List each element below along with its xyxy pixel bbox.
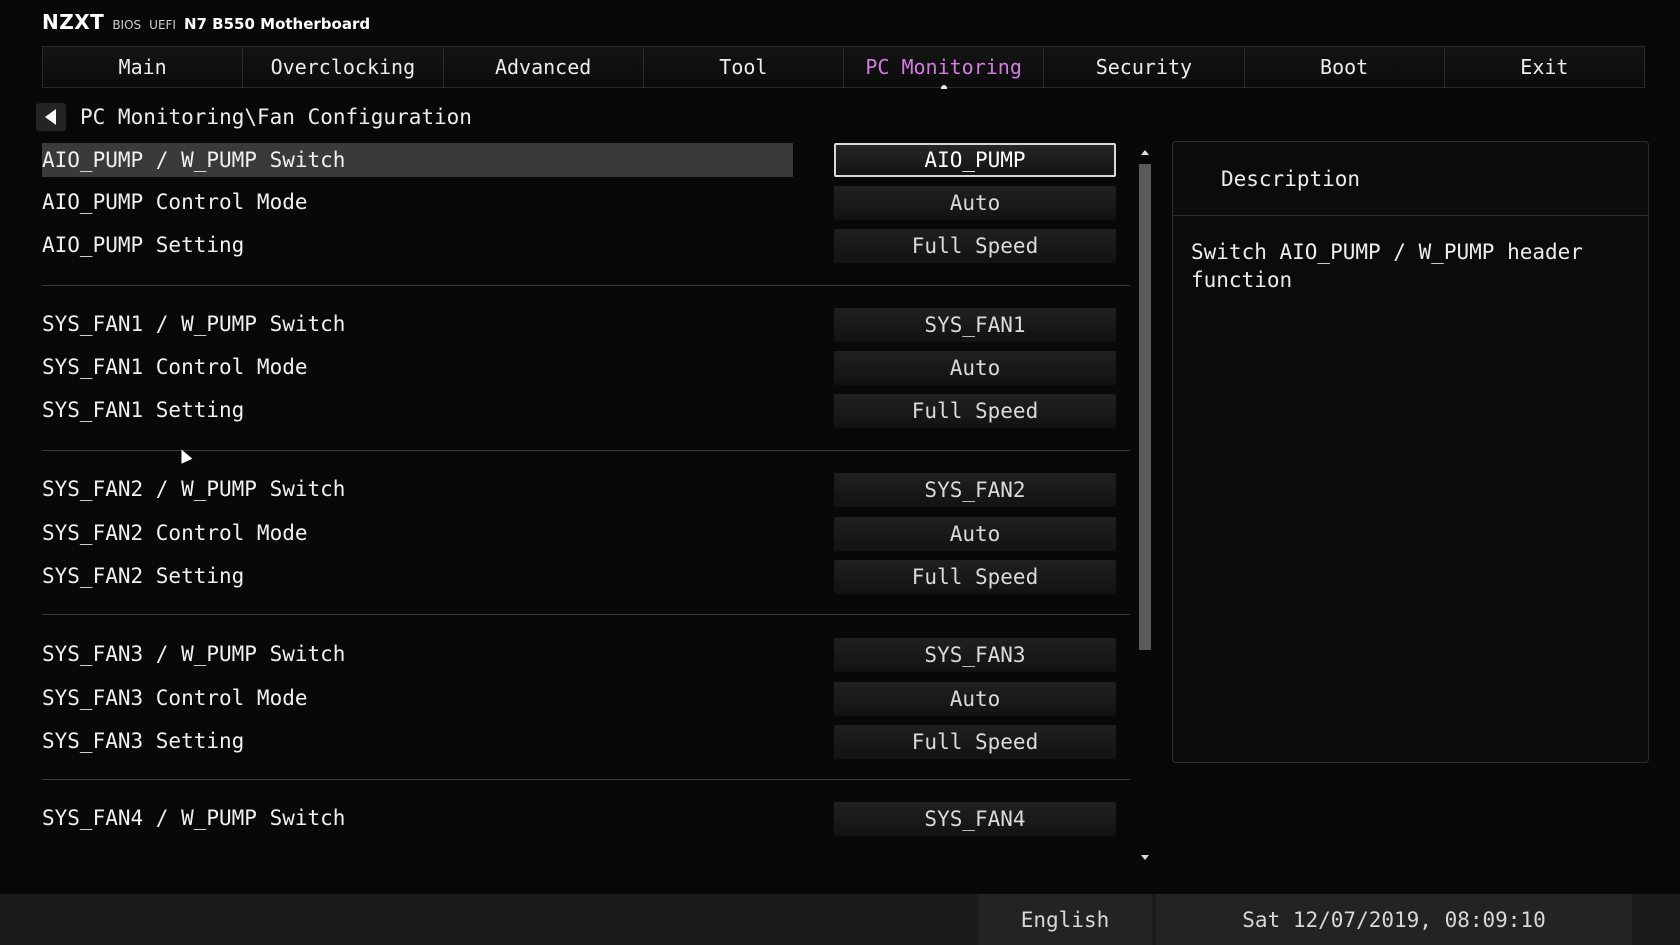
group-separator bbox=[42, 614, 1130, 615]
tab-pc-monitoring[interactable]: PC Monitoring bbox=[844, 47, 1045, 89]
setting-value[interactable]: Full Speed bbox=[834, 725, 1116, 759]
setting-row[interactable]: SYS_FAN4 / W_PUMP Switch SYS_FAN4 bbox=[42, 801, 1132, 836]
setting-value[interactable]: SYS_FAN1 bbox=[834, 308, 1116, 342]
scrollbar-thumb[interactable] bbox=[1139, 164, 1151, 650]
setting-value[interactable]: SYS_FAN4 bbox=[834, 802, 1116, 836]
setting-label: AIO_PUMP Setting bbox=[42, 233, 245, 257]
uefi-label: UEFI bbox=[149, 18, 176, 32]
setting-value[interactable]: SYS_FAN3 bbox=[834, 638, 1116, 672]
group-separator bbox=[42, 285, 1130, 286]
setting-value[interactable]: Full Speed bbox=[834, 229, 1116, 263]
setting-row[interactable]: SYS_FAN2 / W_PUMP Switch SYS_FAN2 bbox=[42, 472, 1132, 507]
setting-label: SYS_FAN2 Setting bbox=[42, 564, 245, 588]
status-bar: English Sat 12/07/2019, 08:09:10 bbox=[0, 894, 1680, 945]
scroll-up-icon[interactable] bbox=[1141, 150, 1149, 155]
brand-header: NZXT BIOS UEFI N7 B550 Motherboard bbox=[42, 10, 370, 36]
setting-value[interactable]: Auto bbox=[834, 186, 1116, 220]
setting-label: AIO_PUMP Control Mode bbox=[42, 190, 308, 214]
group-separator bbox=[42, 779, 1130, 780]
bios-label: BIOS bbox=[112, 18, 142, 32]
setting-row[interactable]: SYS_FAN1 / W_PUMP Switch SYS_FAN1 bbox=[42, 307, 1132, 342]
setting-row[interactable]: SYS_FAN1 Control Mode Auto bbox=[42, 350, 1132, 385]
back-arrow-icon bbox=[44, 109, 56, 125]
tab-exit[interactable]: Exit bbox=[1444, 47, 1644, 87]
setting-value[interactable]: Full Speed bbox=[834, 394, 1116, 428]
setting-value[interactable]: SYS_FAN2 bbox=[834, 473, 1116, 507]
setting-label: SYS_FAN3 Control Mode bbox=[42, 686, 308, 710]
nzxt-logo: NZXT bbox=[42, 10, 105, 34]
main-tabs: Main Overclocking Advanced Tool PC Monit… bbox=[42, 46, 1645, 89]
group-separator bbox=[42, 450, 1130, 451]
setting-label: AIO_PUMP / W_PUMP Switch bbox=[42, 143, 793, 177]
description-title: Description bbox=[1173, 142, 1648, 216]
back-button[interactable] bbox=[36, 103, 66, 131]
setting-row[interactable]: SYS_FAN3 / W_PUMP Switch SYS_FAN3 bbox=[42, 637, 1132, 672]
setting-value[interactable]: Auto bbox=[834, 682, 1116, 716]
tab-main[interactable]: Main bbox=[43, 47, 244, 87]
setting-label: SYS_FAN1 / W_PUMP Switch bbox=[42, 312, 346, 336]
board-name: N7 B550 Motherboard bbox=[183, 15, 371, 33]
setting-label: SYS_FAN3 / W_PUMP Switch bbox=[42, 642, 346, 666]
setting-label: SYS_FAN3 Setting bbox=[42, 729, 245, 753]
setting-label: SYS_FAN2 / W_PUMP Switch bbox=[42, 477, 346, 501]
setting-row[interactable]: SYS_FAN3 Setting Full Speed bbox=[42, 724, 1132, 759]
tab-advanced[interactable]: Advanced bbox=[443, 47, 644, 87]
setting-row[interactable]: AIO_PUMP Control Mode Auto bbox=[42, 185, 1132, 220]
setting-label: SYS_FAN1 Control Mode bbox=[42, 355, 308, 379]
description-text: Switch AIO_PUMP / W_PUMP header function bbox=[1191, 240, 1583, 292]
setting-label: SYS_FAN2 Control Mode bbox=[42, 521, 308, 545]
setting-value[interactable]: Auto bbox=[834, 517, 1116, 551]
setting-row[interactable]: SYS_FAN2 Control Mode Auto bbox=[42, 516, 1132, 551]
setting-row[interactable]: SYS_FAN3 Control Mode Auto bbox=[42, 681, 1132, 716]
setting-label: SYS_FAN4 / W_PUMP Switch bbox=[42, 806, 346, 830]
tab-tool[interactable]: Tool bbox=[643, 47, 844, 87]
setting-row[interactable]: AIO_PUMP Setting Full Speed bbox=[42, 228, 1132, 263]
setting-row[interactable]: SYS_FAN1 Setting Full Speed bbox=[42, 393, 1132, 428]
setting-value[interactable]: Full Speed bbox=[834, 560, 1116, 594]
breadcrumb-path: PC Monitoring\Fan Configuration bbox=[80, 105, 472, 129]
tab-boot[interactable]: Boot bbox=[1244, 47, 1445, 87]
tab-security[interactable]: Security bbox=[1044, 47, 1245, 87]
scroll-down-icon[interactable] bbox=[1141, 855, 1149, 860]
date-time: Sat 12/07/2019, 08:09:10 bbox=[1156, 894, 1632, 945]
description-panel: Description Switch AIO_PUMP / W_PUMP hea… bbox=[1172, 141, 1649, 763]
tab-overclocking[interactable]: Overclocking bbox=[243, 47, 444, 87]
settings-scrollbar[interactable] bbox=[1138, 150, 1152, 860]
setting-label: SYS_FAN1 Setting bbox=[42, 398, 245, 422]
language-selector[interactable]: English bbox=[978, 894, 1152, 945]
setting-value[interactable]: AIO_PUMP bbox=[834, 143, 1116, 177]
breadcrumb: PC Monitoring\Fan Configuration bbox=[36, 102, 472, 132]
setting-value[interactable]: Auto bbox=[834, 351, 1116, 385]
setting-row[interactable]: AIO_PUMP / W_PUMP Switch AIO_PUMP bbox=[42, 143, 1132, 177]
setting-row[interactable]: SYS_FAN2 Setting Full Speed bbox=[42, 559, 1132, 594]
settings-list: AIO_PUMP / W_PUMP Switch AIO_PUMP AIO_PU… bbox=[42, 143, 1132, 857]
